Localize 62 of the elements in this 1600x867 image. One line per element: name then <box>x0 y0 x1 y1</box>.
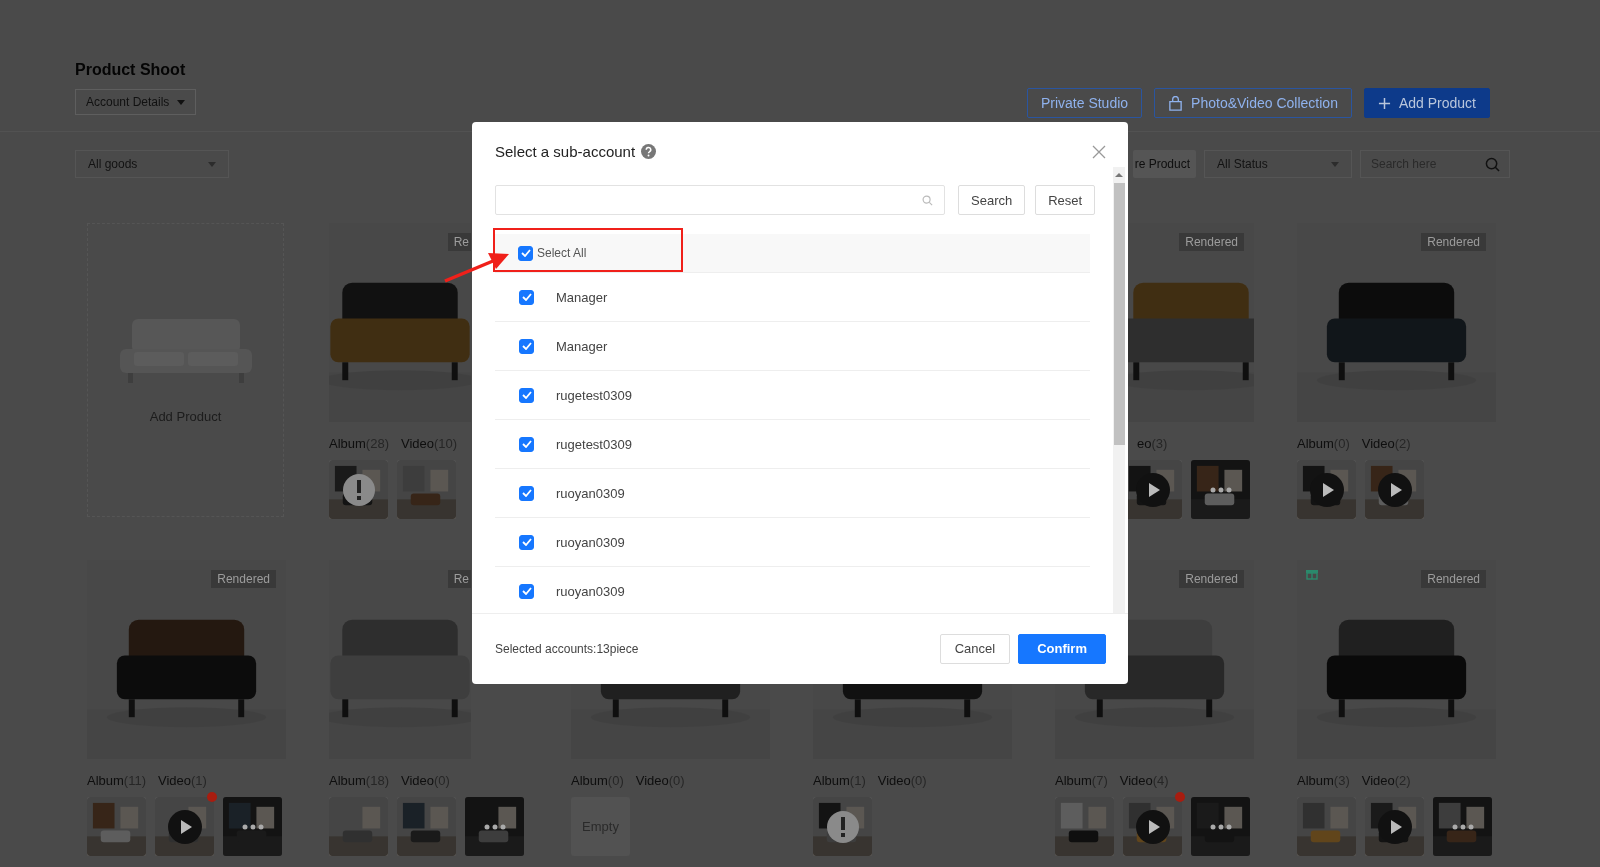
cancel-button[interactable]: Cancel <box>939 633 1011 664</box>
alert-icon <box>825 809 860 844</box>
alert-icon <box>341 472 376 507</box>
goods-dropdown[interactable]: All goods <box>75 150 229 178</box>
selected-count: Selected accounts:13piece <box>495 641 639 656</box>
bag-icon <box>1168 95 1184 111</box>
scrollbar[interactable] <box>1113 167 1125 613</box>
checkbox[interactable] <box>519 485 534 501</box>
help-icon[interactable] <box>641 144 657 160</box>
account-name: rugetest0309 <box>556 436 632 452</box>
checkbox[interactable] <box>519 436 534 452</box>
reset-button[interactable]: Reset <box>1035 185 1096 216</box>
account-name: rugetest0309 <box>556 387 632 403</box>
account-name: Manager <box>556 338 608 354</box>
caret-icon <box>208 161 216 167</box>
checkbox[interactable] <box>519 387 534 403</box>
checkbox[interactable] <box>519 289 534 305</box>
account-name: ruoyan0309 <box>556 485 625 501</box>
more-icon[interactable] <box>1451 823 1474 830</box>
checkbox[interactable] <box>519 534 534 550</box>
play-icon[interactable] <box>167 809 202 844</box>
page-title: Product Shoot <box>75 61 187 79</box>
search-button[interactable]: Search <box>958 185 1026 216</box>
status-dropdown[interactable]: All Status <box>1204 150 1352 178</box>
status-badge: Re <box>447 570 471 588</box>
status-badge: Re <box>447 233 471 251</box>
checkbox[interactable] <box>518 245 533 261</box>
more-icon[interactable] <box>241 823 264 830</box>
account-name: ruoyan0309 <box>556 583 625 599</box>
account-dropdown[interactable]: Account Details <box>75 89 197 115</box>
play-icon[interactable] <box>1135 472 1170 507</box>
search-icon <box>922 195 933 207</box>
caret-icon <box>1331 161 1339 167</box>
close-icon[interactable] <box>1092 144 1106 159</box>
play-icon[interactable] <box>1377 809 1412 844</box>
checkbox[interactable] <box>519 338 534 354</box>
dialog-title: Select a sub-account <box>495 143 636 161</box>
more-icon[interactable] <box>483 823 506 830</box>
more-icon[interactable] <box>1209 823 1232 830</box>
play-icon[interactable] <box>1377 472 1412 507</box>
account-name: Manager <box>556 289 608 305</box>
header-button[interactable]: Photo&Video Collection <box>1154 88 1352 118</box>
status-badge: Rendered <box>1421 570 1486 588</box>
select-all-label: Select All <box>537 246 587 261</box>
status-badge: Rendered <box>211 570 276 588</box>
status-badge: Rendered <box>1179 233 1244 251</box>
caret-icon <box>177 99 186 105</box>
plus-icon <box>1377 96 1391 110</box>
notification-dot <box>207 792 217 802</box>
header-button[interactable]: Private Studio <box>1026 88 1143 118</box>
confirm-button[interactable]: Confirm <box>1018 633 1106 664</box>
search-icon <box>1485 157 1500 172</box>
play-icon[interactable] <box>1309 472 1344 507</box>
status-badge: Rendered <box>1179 570 1244 588</box>
play-icon[interactable] <box>1135 809 1170 844</box>
status-badge: Rendered <box>1421 233 1486 251</box>
checkbox[interactable] <box>519 583 534 599</box>
more-icon[interactable] <box>1209 486 1232 493</box>
product-button[interactable]: re Product <box>1132 150 1196 178</box>
add-button[interactable]: Add Product <box>1363 88 1490 118</box>
account-name: ruoyan0309 <box>556 534 625 550</box>
notification-dot <box>1175 792 1185 802</box>
